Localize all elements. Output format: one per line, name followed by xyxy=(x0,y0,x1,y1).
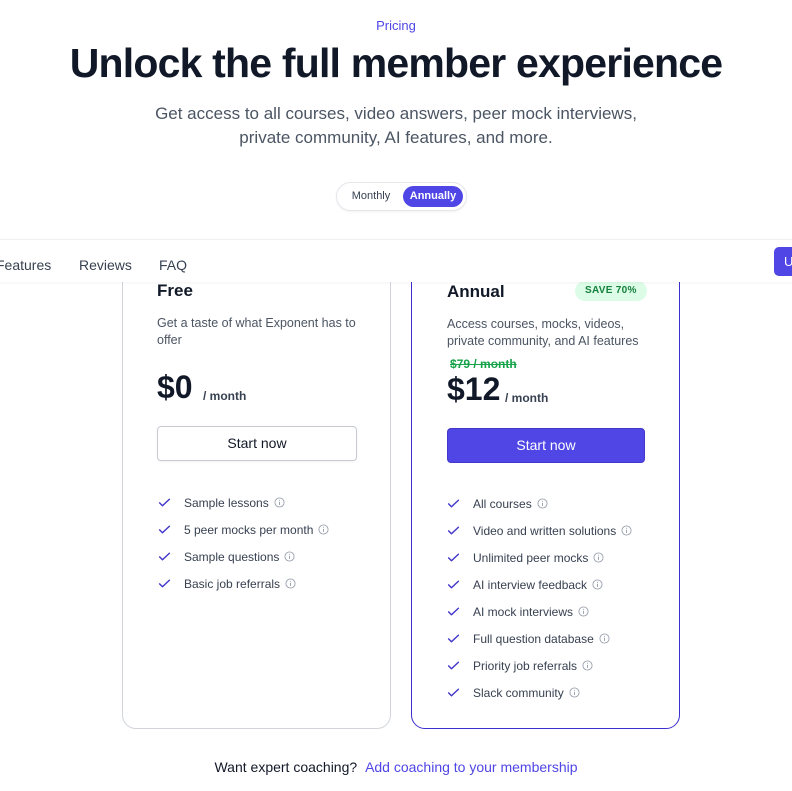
check-icon xyxy=(158,498,171,507)
subnav-cta-button[interactable]: U xyxy=(774,247,792,276)
info-icon[interactable] xyxy=(284,551,295,562)
check-icon xyxy=(447,661,460,670)
feature-label: Video and written solutions xyxy=(473,523,617,538)
feature-label: Sample questions xyxy=(184,549,280,564)
feature-label: AI mock interviews xyxy=(473,604,574,619)
feature-item: All courses xyxy=(447,490,632,517)
plan-price: $12 xyxy=(447,371,501,407)
page-subtitle: Get access to all courses, video answers… xyxy=(155,104,637,147)
check-icon xyxy=(447,634,460,643)
feature-item: Sample questions xyxy=(158,543,329,570)
check-icon xyxy=(447,688,460,697)
toggle-annually[interactable]: Annually xyxy=(403,186,463,207)
feature-label: All courses xyxy=(473,496,532,511)
info-icon[interactable] xyxy=(599,633,610,644)
info-icon[interactable] xyxy=(318,524,329,535)
plan-price: $0 xyxy=(157,369,193,405)
feature-item: Slack community xyxy=(447,679,632,706)
check-icon xyxy=(447,580,460,589)
subnav-link-features[interactable]: Features xyxy=(0,257,51,273)
plan-card-free: Free Get a taste of what Exponent has to… xyxy=(122,250,391,729)
check-icon xyxy=(447,553,460,562)
info-icon[interactable] xyxy=(593,552,604,563)
info-icon[interactable] xyxy=(537,498,548,509)
info-icon[interactable] xyxy=(274,497,285,508)
coaching-question: Want expert coaching? xyxy=(214,759,358,775)
plan-name: Free xyxy=(157,281,193,300)
feature-item: Basic job referrals xyxy=(158,570,329,597)
info-icon[interactable] xyxy=(621,525,632,536)
feature-label: 5 peer mocks per month xyxy=(184,522,314,537)
plan-description: Get a taste of what Exponent has to offe… xyxy=(157,316,356,347)
feature-item: Sample lessons xyxy=(158,489,329,516)
check-icon xyxy=(158,525,171,534)
subnav-link-reviews[interactable]: Reviews xyxy=(79,257,132,273)
feature-label: Unlimited peer mocks xyxy=(473,550,589,565)
toggle-monthly[interactable]: Monthly xyxy=(342,186,400,207)
plan-card-annual: Annual SAVE 70% Access courses, mocks, v… xyxy=(411,250,680,729)
check-icon xyxy=(447,607,460,616)
plan-name: Annual xyxy=(447,282,505,301)
info-icon[interactable] xyxy=(285,578,296,589)
feature-item: Priority job referrals xyxy=(447,652,632,679)
add-coaching-link[interactable]: Add coaching to your membership xyxy=(365,759,577,775)
plan-period: / month xyxy=(505,391,549,405)
subnav-link-faq[interactable]: FAQ xyxy=(159,257,187,273)
feature-item: Video and written solutions xyxy=(447,517,632,544)
info-icon[interactable] xyxy=(578,606,589,617)
feature-item: 5 peer mocks per month xyxy=(158,516,329,543)
info-icon[interactable] xyxy=(592,579,603,590)
feature-item: AI mock interviews xyxy=(447,598,632,625)
feature-item: Full question database xyxy=(447,625,632,652)
feature-label: AI interview feedback xyxy=(473,577,588,592)
start-now-free-button[interactable]: Start now xyxy=(157,426,357,461)
info-icon[interactable] xyxy=(569,687,580,698)
plan-period: / month xyxy=(203,389,247,403)
check-icon xyxy=(447,526,460,535)
page-eyebrow: Pricing xyxy=(376,18,416,33)
pricing-page: Pricing Unlock the full member experienc… xyxy=(0,0,792,791)
feature-item: AI interview feedback xyxy=(447,571,632,598)
check-icon xyxy=(158,579,171,588)
check-icon xyxy=(447,499,460,508)
feature-label: Slack community xyxy=(473,685,564,700)
coaching-prompt: Want expert coaching? Add coaching to yo… xyxy=(0,759,792,775)
feature-label: Full question database xyxy=(473,631,594,646)
check-icon xyxy=(158,552,171,561)
feature-label: Basic job referrals xyxy=(184,576,281,591)
plan-description: Access courses, mocks, videos, private c… xyxy=(447,317,639,348)
original-price: $79 / month xyxy=(450,357,517,371)
feature-list: All courses Video and written solutions … xyxy=(447,490,632,706)
section-subnav: Features Reviews FAQ U xyxy=(0,239,792,282)
save-badge: SAVE 70% xyxy=(575,281,647,301)
feature-item: Unlimited peer mocks xyxy=(447,544,632,571)
start-now-annual-button[interactable]: Start now xyxy=(447,428,645,463)
feature-label: Priority job referrals xyxy=(473,658,578,673)
info-icon[interactable] xyxy=(582,660,593,671)
billing-toggle: Monthly Annually xyxy=(336,182,467,211)
feature-list: Sample lessons 5 peer mocks per month Sa… xyxy=(158,489,329,597)
page-title: Unlock the full member experience xyxy=(69,40,723,86)
feature-label: Sample lessons xyxy=(184,495,269,510)
